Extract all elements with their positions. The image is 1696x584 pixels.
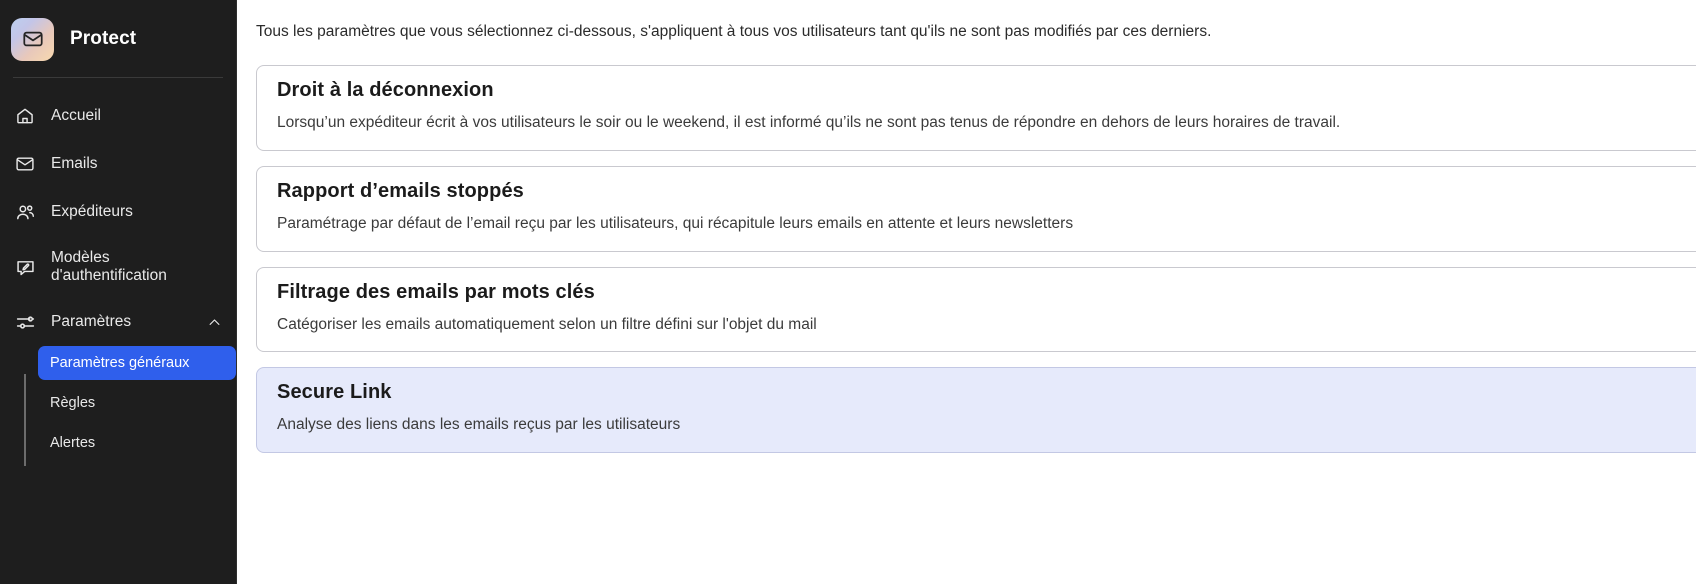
message-pencil-icon	[14, 256, 36, 278]
card-description: Catégoriser les emails automatiquement s…	[277, 315, 817, 333]
home-icon	[14, 105, 36, 127]
envelope-icon	[11, 17, 54, 61]
sidebar-nav: Accueil Emails Expéditeurs Modèles d'aut…	[0, 78, 236, 466]
settings-card-secure-link[interactable]: Secure Link Analyse des liens dans les e…	[256, 367, 1696, 453]
settings-card-list: Droit à la déconnexion Lorsqu’un expédit…	[256, 65, 1696, 453]
brand[interactable]: Protect	[0, 0, 236, 66]
settings-card-filtrage-mots-cles[interactable]: Filtrage des emails par mots clés Catégo…	[256, 266, 1696, 353]
sidebar-item-label: Paramètres	[51, 312, 132, 330]
sidebar-item-label: Accueil	[51, 106, 101, 124]
sidebar-subitem-regles[interactable]: Règles	[38, 386, 236, 420]
users-icon	[14, 201, 36, 223]
chevron-up-icon[interactable]	[206, 314, 222, 330]
card-title: Rapport d’emails stoppés	[277, 179, 524, 202]
app-root: Protect Accueil Emails Expéditeurs Modèl…	[0, 0, 1696, 584]
sidebar-submenu-parametres: Paramètres généraux Règles Alertes	[24, 346, 236, 466]
sidebar-subitem-alertes[interactable]: Alertes	[38, 426, 236, 460]
sliders-icon	[14, 311, 36, 333]
sidebar-item-accueil[interactable]: Accueil	[0, 92, 236, 140]
card-description: Lorsqu’un expéditeur écrit à vos utilisa…	[277, 114, 1341, 132]
sidebar-item-emails[interactable]: Emails	[0, 140, 236, 188]
card-title: Droit à la déconnexion	[277, 79, 494, 102]
brand-name: Protect	[70, 28, 137, 49]
card-title: Filtrage des emails par mots clés	[277, 280, 595, 303]
card-description: Analyse des liens dans les emails reçus …	[277, 416, 681, 434]
envelope-icon	[14, 153, 36, 175]
intro-text: Tous les paramètres que vous sélectionne…	[256, 23, 1212, 40]
sidebar-item-label: Expéditeurs	[51, 202, 133, 220]
sidebar: Protect Accueil Emails Expéditeurs Modèl…	[0, 0, 237, 584]
sidebar-item-label: Emails	[51, 154, 98, 172]
card-description: Paramétrage par défaut de l’email reçu p…	[277, 214, 1074, 232]
sidebar-item-label: Modèles d'authentification	[51, 248, 167, 284]
sidebar-item-modeles-authentification[interactable]: Modèles d'authentification	[0, 236, 236, 298]
settings-card-rapport-emails-stoppes[interactable]: Rapport d’emails stoppés Paramétrage par…	[256, 165, 1696, 252]
sidebar-item-expediteurs[interactable]: Expéditeurs	[0, 188, 236, 236]
sidebar-subitem-parametres-generaux[interactable]: Paramètres généraux	[38, 346, 236, 380]
settings-card-droit-deconnexion[interactable]: Droit à la déconnexion Lorsqu’un expédit…	[256, 65, 1696, 151]
main-content: Tous les paramètres que vous sélectionne…	[237, 0, 1696, 584]
sidebar-item-parametres[interactable]: Paramètres	[0, 298, 236, 346]
card-title: Secure Link	[277, 381, 392, 404]
